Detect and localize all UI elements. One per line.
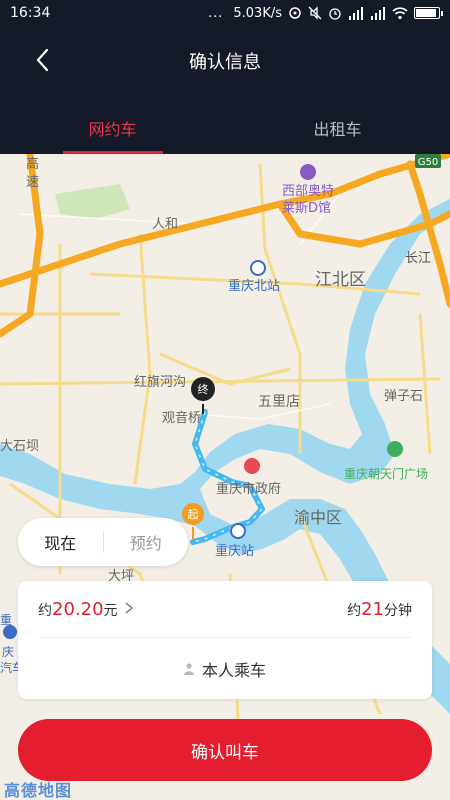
signal-icon [349,6,363,20]
map-label-danzishi: 弹子石 [384,389,423,404]
battery-icon [414,7,443,19]
status-bar: 16:34 ... 5.03K/s [0,0,450,26]
passenger-label: 本人乘车 [201,660,266,680]
map-label-changjiang: 长江 [405,251,431,266]
eta-value: 21 [361,598,384,620]
passenger-selector[interactable]: 本人乘车 [18,638,432,699]
tab-taxi[interactable]: 出租车 [225,106,450,154]
map-label-qing: 庆 [2,645,14,659]
map-label-city-gov: 重庆市政府 [216,481,281,497]
time-option-now[interactable]: 现在 [18,530,103,554]
map-label-renhe: 人和 [152,217,178,232]
time-option-reserve[interactable]: 预约 [104,530,189,554]
wifi-icon [392,6,408,19]
alarm-icon [329,8,341,20]
map-label-g50: G50 [418,157,438,168]
app-header: 确认信息 网约车 出租车 [0,26,450,154]
map-label-chongqing-station: 重庆站 [215,543,254,559]
status-dots: ... [207,5,224,21]
hotspot-icon [289,7,301,19]
price-prefix: 约 [38,602,52,619]
map-label-lai-d: 莱斯D馆 [282,201,331,216]
eta-unit: 分钟 [384,602,412,619]
signal-icon-2 [371,6,385,20]
price-estimate[interactable]: 约 20.20 元 [38,599,134,620]
price-value: 20.20 [52,598,104,620]
map-label-wulidian: 五里店 [258,394,300,410]
map-label-zhong: 重 [0,613,12,627]
tab-ride-hailing[interactable]: 网约车 [0,106,225,154]
map-label-chaotianmen: 重庆朝天门广场 [344,466,428,481]
map-label-gao: 高 [26,156,39,172]
map-label-hongqihe: 红旗河沟 [134,374,186,390]
map-label-guanyinqiao: 观音桥 [162,410,201,426]
trip-estimate-card: 约 20.20 元 约 21 分钟 本人乘车 [18,581,432,699]
amap-logo: 高德地图 [4,781,73,800]
map-label-dashiba: 大石坝 [0,439,39,454]
start-marker-label: 起 [188,508,199,521]
map-label-west-outlet: 西部奥特 [282,184,334,199]
map-label-jiangbei: 江北区 [315,270,366,290]
map-label-yuzhong: 渝中区 [294,508,342,527]
map-label-su: 速 [26,175,39,190]
status-time: 16:34 [10,5,51,21]
price-unit: 元 [103,602,118,619]
person-icon [183,662,194,675]
eta-estimate: 约 21 分钟 [347,599,412,620]
confirm-call-button[interactable]: 确认叫车 [18,719,432,781]
eta-prefix: 约 [347,602,362,619]
estimate-row: 约 20.20 元 约 21 分钟 [18,581,432,637]
time-selector: 现在 预约 [18,518,188,566]
network-speed: 5.03K/s [233,5,282,21]
page-title: 确认信息 [189,52,261,73]
map-view[interactable]: G50 高 速 西部奥特 莱斯D馆 人和 江北区 长江 重庆北站 红旗河沟 观音… [0,154,450,800]
end-marker-label: 终 [198,382,209,396]
mute-icon [308,6,322,20]
map-canvas: G50 高 速 西部奥特 莱斯D馆 人和 江北区 长江 重庆北站 红旗河沟 观音… [0,154,450,800]
service-tabs: 网约车 出租车 [0,106,450,154]
map-label-chongqing-north: 重庆北站 [228,278,280,294]
chevron-right-icon [125,601,133,614]
status-icons: ... 5.03K/s [207,5,443,21]
